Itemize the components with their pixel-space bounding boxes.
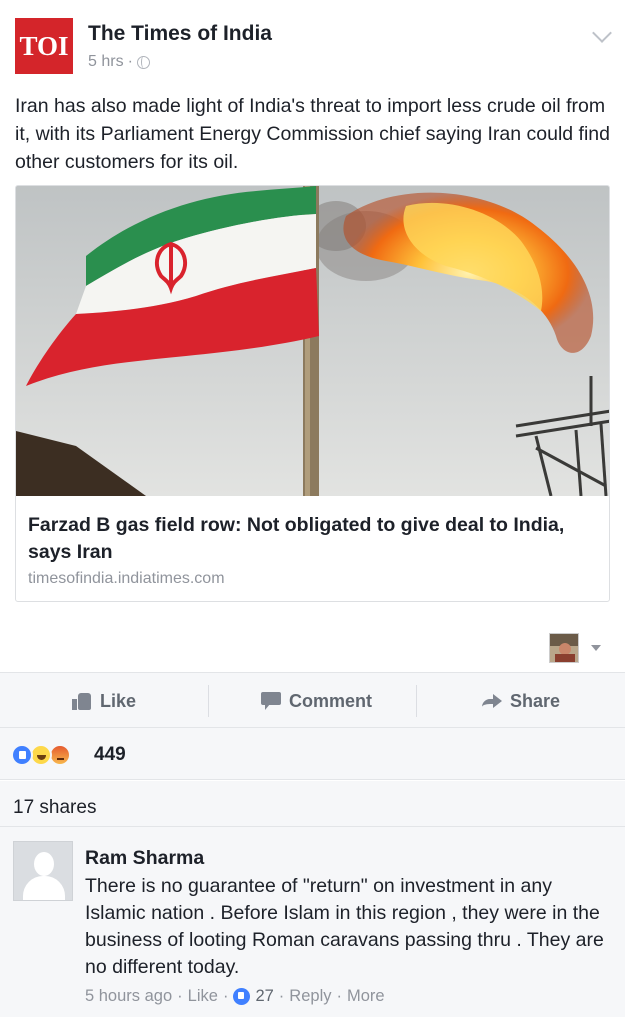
comment-button[interactable]: Comment: [261, 673, 372, 729]
link-preview-card[interactable]: Farzad B gas field row: Not obligated to…: [15, 185, 610, 602]
post-time[interactable]: 5 hrs: [88, 53, 124, 71]
share-label: Share: [510, 690, 561, 711]
caret-down-icon[interactable]: [591, 645, 601, 651]
page-logo[interactable]: TOI: [15, 18, 73, 74]
reaction-count[interactable]: 449: [94, 744, 126, 766]
meta-separator: ·: [336, 987, 342, 1005]
comment-avatar[interactable]: [13, 841, 73, 901]
meta-separator: ·: [177, 987, 183, 1005]
reactions-summary[interactable]: 449: [0, 728, 625, 780]
action-divider: [416, 685, 417, 717]
thumbs-up-icon: [72, 692, 92, 710]
post-text: Iran has also made light of India's thre…: [15, 95, 610, 173]
link-title[interactable]: Farzad B gas field row: Not obligated to…: [28, 512, 603, 566]
share-arrow-icon: [482, 693, 502, 709]
share-button[interactable]: Share: [482, 673, 560, 729]
comment-like-button[interactable]: Like: [188, 987, 218, 1006]
comment-text: There is no guarantee of "return" on inv…: [85, 875, 604, 978]
default-avatar-body: [23, 876, 65, 900]
link-domain: timesofindia.indiatimes.com: [28, 570, 225, 587]
meta-separator: ·: [278, 987, 285, 1005]
shares-summary: 17 shares: [0, 781, 625, 826]
like-label: Like: [100, 690, 137, 711]
comment: Ram Sharma There is no guarantee of "ret…: [0, 826, 625, 1017]
post-actions-bar: Like Comment Share: [0, 672, 625, 728]
page-name[interactable]: The Times of India: [88, 22, 272, 46]
comment-reply-button[interactable]: Reply: [289, 987, 331, 1006]
shares-count[interactable]: 17 shares: [13, 797, 96, 819]
like-reaction-icon: [233, 988, 251, 1005]
flag-and-flare-image: [16, 186, 609, 496]
post-meta: 5 hrs ·: [88, 53, 150, 71]
comment-more-button[interactable]: More: [347, 987, 385, 1006]
haha-reaction-icon: [30, 744, 52, 766]
default-avatar-head: [34, 852, 54, 876]
meta-separator: ·: [127, 53, 133, 70]
angry-reaction-icon: [49, 744, 71, 766]
like-reaction-icon: [11, 744, 33, 766]
globe-icon: [136, 55, 150, 69]
like-button[interactable]: Like: [72, 673, 136, 729]
comment-like-count[interactable]: 27: [255, 987, 273, 1006]
post-header: TOI The Times of India 5 hrs ·: [0, 0, 625, 90]
comment-label: Comment: [289, 690, 373, 711]
action-divider: [208, 685, 209, 717]
chevron-down-icon[interactable]: [592, 23, 612, 43]
comment-icon: [261, 692, 281, 710]
avatar[interactable]: [549, 633, 579, 663]
comment-time[interactable]: 5 hours ago: [85, 987, 172, 1006]
comment-meta: 5 hours ago · Like · 27 · Reply · More: [85, 987, 385, 1006]
link-preview-image[interactable]: [16, 186, 609, 496]
comment-author[interactable]: Ram Sharma: [85, 847, 204, 870]
meta-separator: ·: [222, 987, 229, 1005]
avatar-image: [550, 634, 578, 662]
